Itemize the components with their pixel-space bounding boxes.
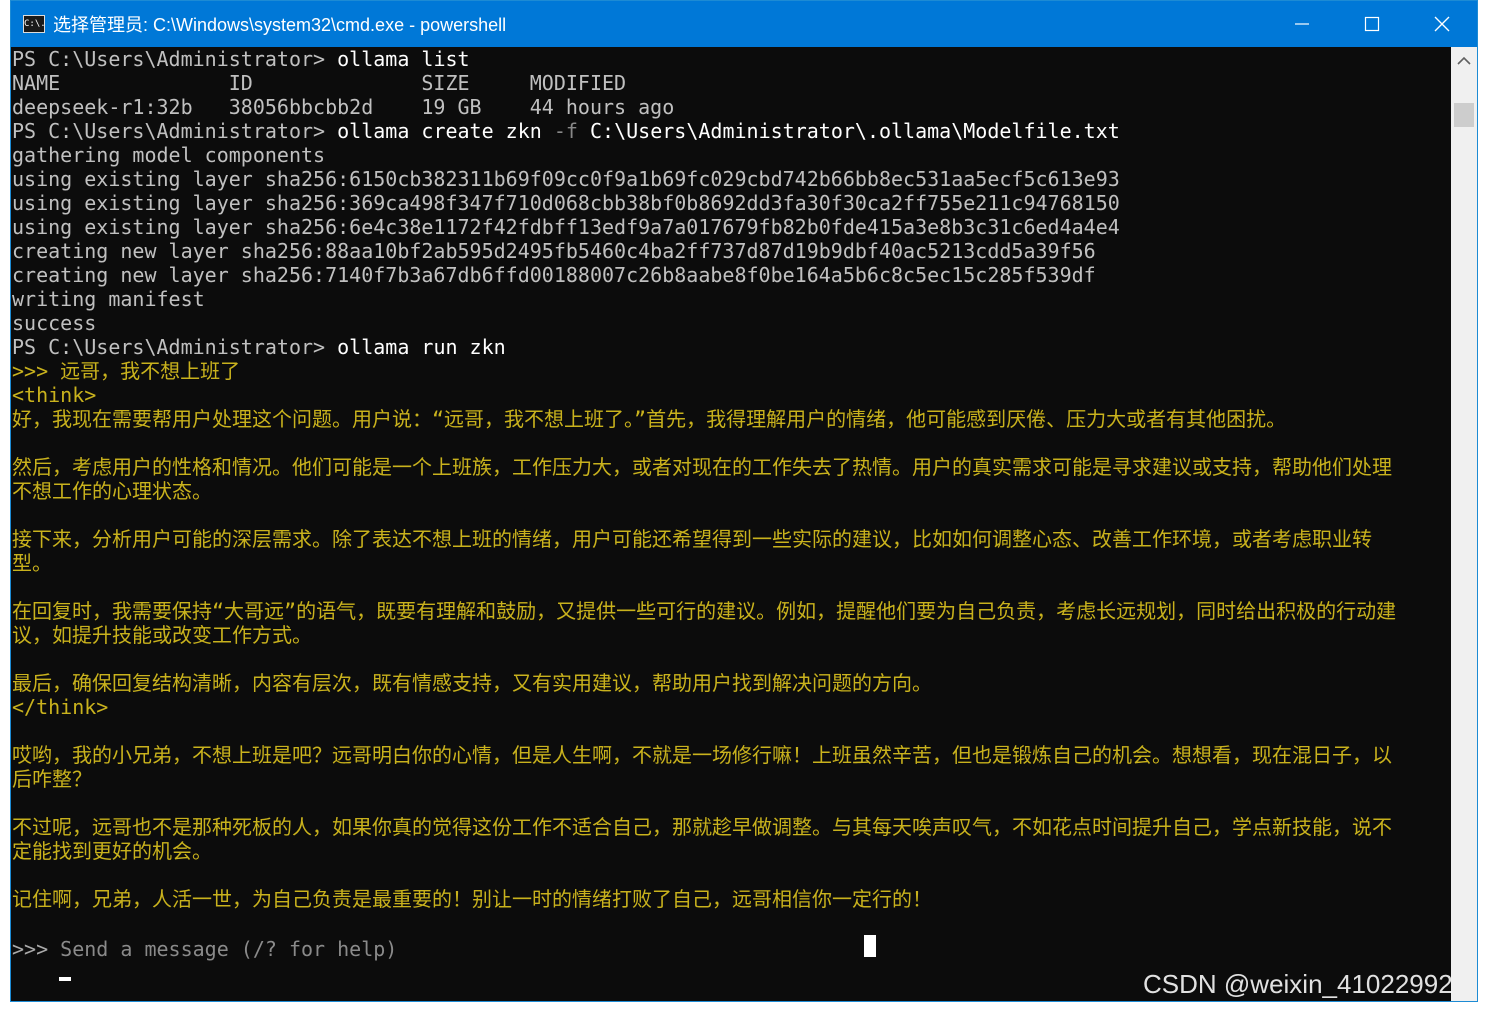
message-input[interactable]: >>> Send a message (/? for help): [12, 937, 1452, 961]
input-prompt: >>>: [12, 937, 61, 961]
output-line: success: [12, 311, 97, 335]
maximize-button[interactable]: [1337, 1, 1407, 47]
think-paragraph: 然后，考虑用户的性格和情况。他们可能是一个上班族，工作压力大，或者对现在的工作失…: [12, 455, 1392, 503]
output-line: writing manifest: [12, 287, 205, 311]
scroll-thumb[interactable]: [1454, 103, 1474, 127]
list-header-line: NAME ID SIZE MODIFIED: [12, 71, 627, 95]
minimize-button[interactable]: [1267, 1, 1337, 47]
close-button[interactable]: [1407, 1, 1477, 47]
scroll-up-arrow-icon: [1457, 56, 1471, 65]
think-close-tag: </think>: [12, 695, 109, 719]
scroll-up-button[interactable]: [1451, 47, 1477, 75]
cmd-app-icon: C:\.: [23, 15, 46, 33]
chat-user-message: >>> 远哥，我不想上班了: [12, 359, 241, 383]
output-cursor: [864, 935, 876, 957]
output-line: using existing layer sha256:6e4c38e1172f…: [12, 215, 1120, 239]
output-line: using existing layer sha256:6150cb382311…: [12, 167, 1120, 191]
reply-paragraph: 哎哟，我的小兄弟，不想上班是吧？远哥明白你的心情，但是人生啊，不就是一场修行嘛！…: [12, 743, 1392, 791]
think-paragraph: 接下来，分析用户可能的深层需求。除了表达不想上班的情绪，用户可能还希望得到一些实…: [12, 527, 1372, 575]
window-title: 选择管理员: C:\Windows\system32\cmd.exe - pow…: [53, 15, 507, 35]
list-row-line: deepseek-r1:32b 38056bbcbb2d 19 GB 44 ho…: [12, 95, 675, 119]
maximize-icon: [1364, 16, 1380, 32]
vertical-scrollbar[interactable]: [1451, 47, 1477, 1001]
console-line: PS C:\Users\Administrator> ollama list: [12, 47, 470, 71]
console-line: PS C:\Users\Administrator> ollama create…: [12, 119, 1120, 143]
console-window[interactable]: C:\. 选择管理员: C:\Windows\system32\cmd.exe …: [10, 0, 1478, 1002]
minimize-icon: [1295, 23, 1309, 25]
reply-paragraph: 不过呢，远哥也不是那种死板的人，如果你真的觉得这份工作不适合自己，那就趁早做调整…: [12, 815, 1392, 863]
output-line: creating new layer sha256:7140f7b3a67db6…: [12, 263, 1096, 287]
window-controls: [1267, 1, 1477, 47]
output-line: gathering model components: [12, 143, 326, 167]
close-icon: [1434, 16, 1450, 32]
input-cursor: [59, 977, 71, 981]
think-open-tag: <think>: [12, 383, 97, 407]
title-bar[interactable]: C:\. 选择管理员: C:\Windows\system32\cmd.exe …: [11, 1, 1477, 47]
csdn-watermark: CSDN @weixin_41022992: [1143, 969, 1453, 999]
output-line: using existing layer sha256:369ca498f347…: [12, 191, 1120, 215]
console-line: PS C:\Users\Administrator> ollama run zk…: [12, 335, 506, 359]
reply-paragraph: 记住啊，兄弟，人活一世，为自己负责是最重要的！别让一时的情绪打败了自己，远哥相信…: [12, 887, 932, 911]
think-paragraph: 在回复时，我需要保持“大哥远”的语气，既要有理解和鼓励，又提供一些可行的建议。例…: [12, 599, 1397, 647]
input-placeholder: Send a message (/? for help): [60, 937, 398, 961]
think-paragraph: 好，我现在需要帮用户处理这个问题。用户说：“远哥，我不想上班了。”首先，我得理解…: [12, 407, 1287, 431]
console-output[interactable]: PS C:\Users\Administrator> ollama list N…: [11, 47, 1452, 1001]
output-line: creating new layer sha256:88aa10bf2ab595…: [12, 239, 1096, 263]
think-paragraph: 最后，确保回复结构清晰，内容有层次，既有情感支持，又有实用建议，帮助用户找到解决…: [12, 671, 932, 695]
